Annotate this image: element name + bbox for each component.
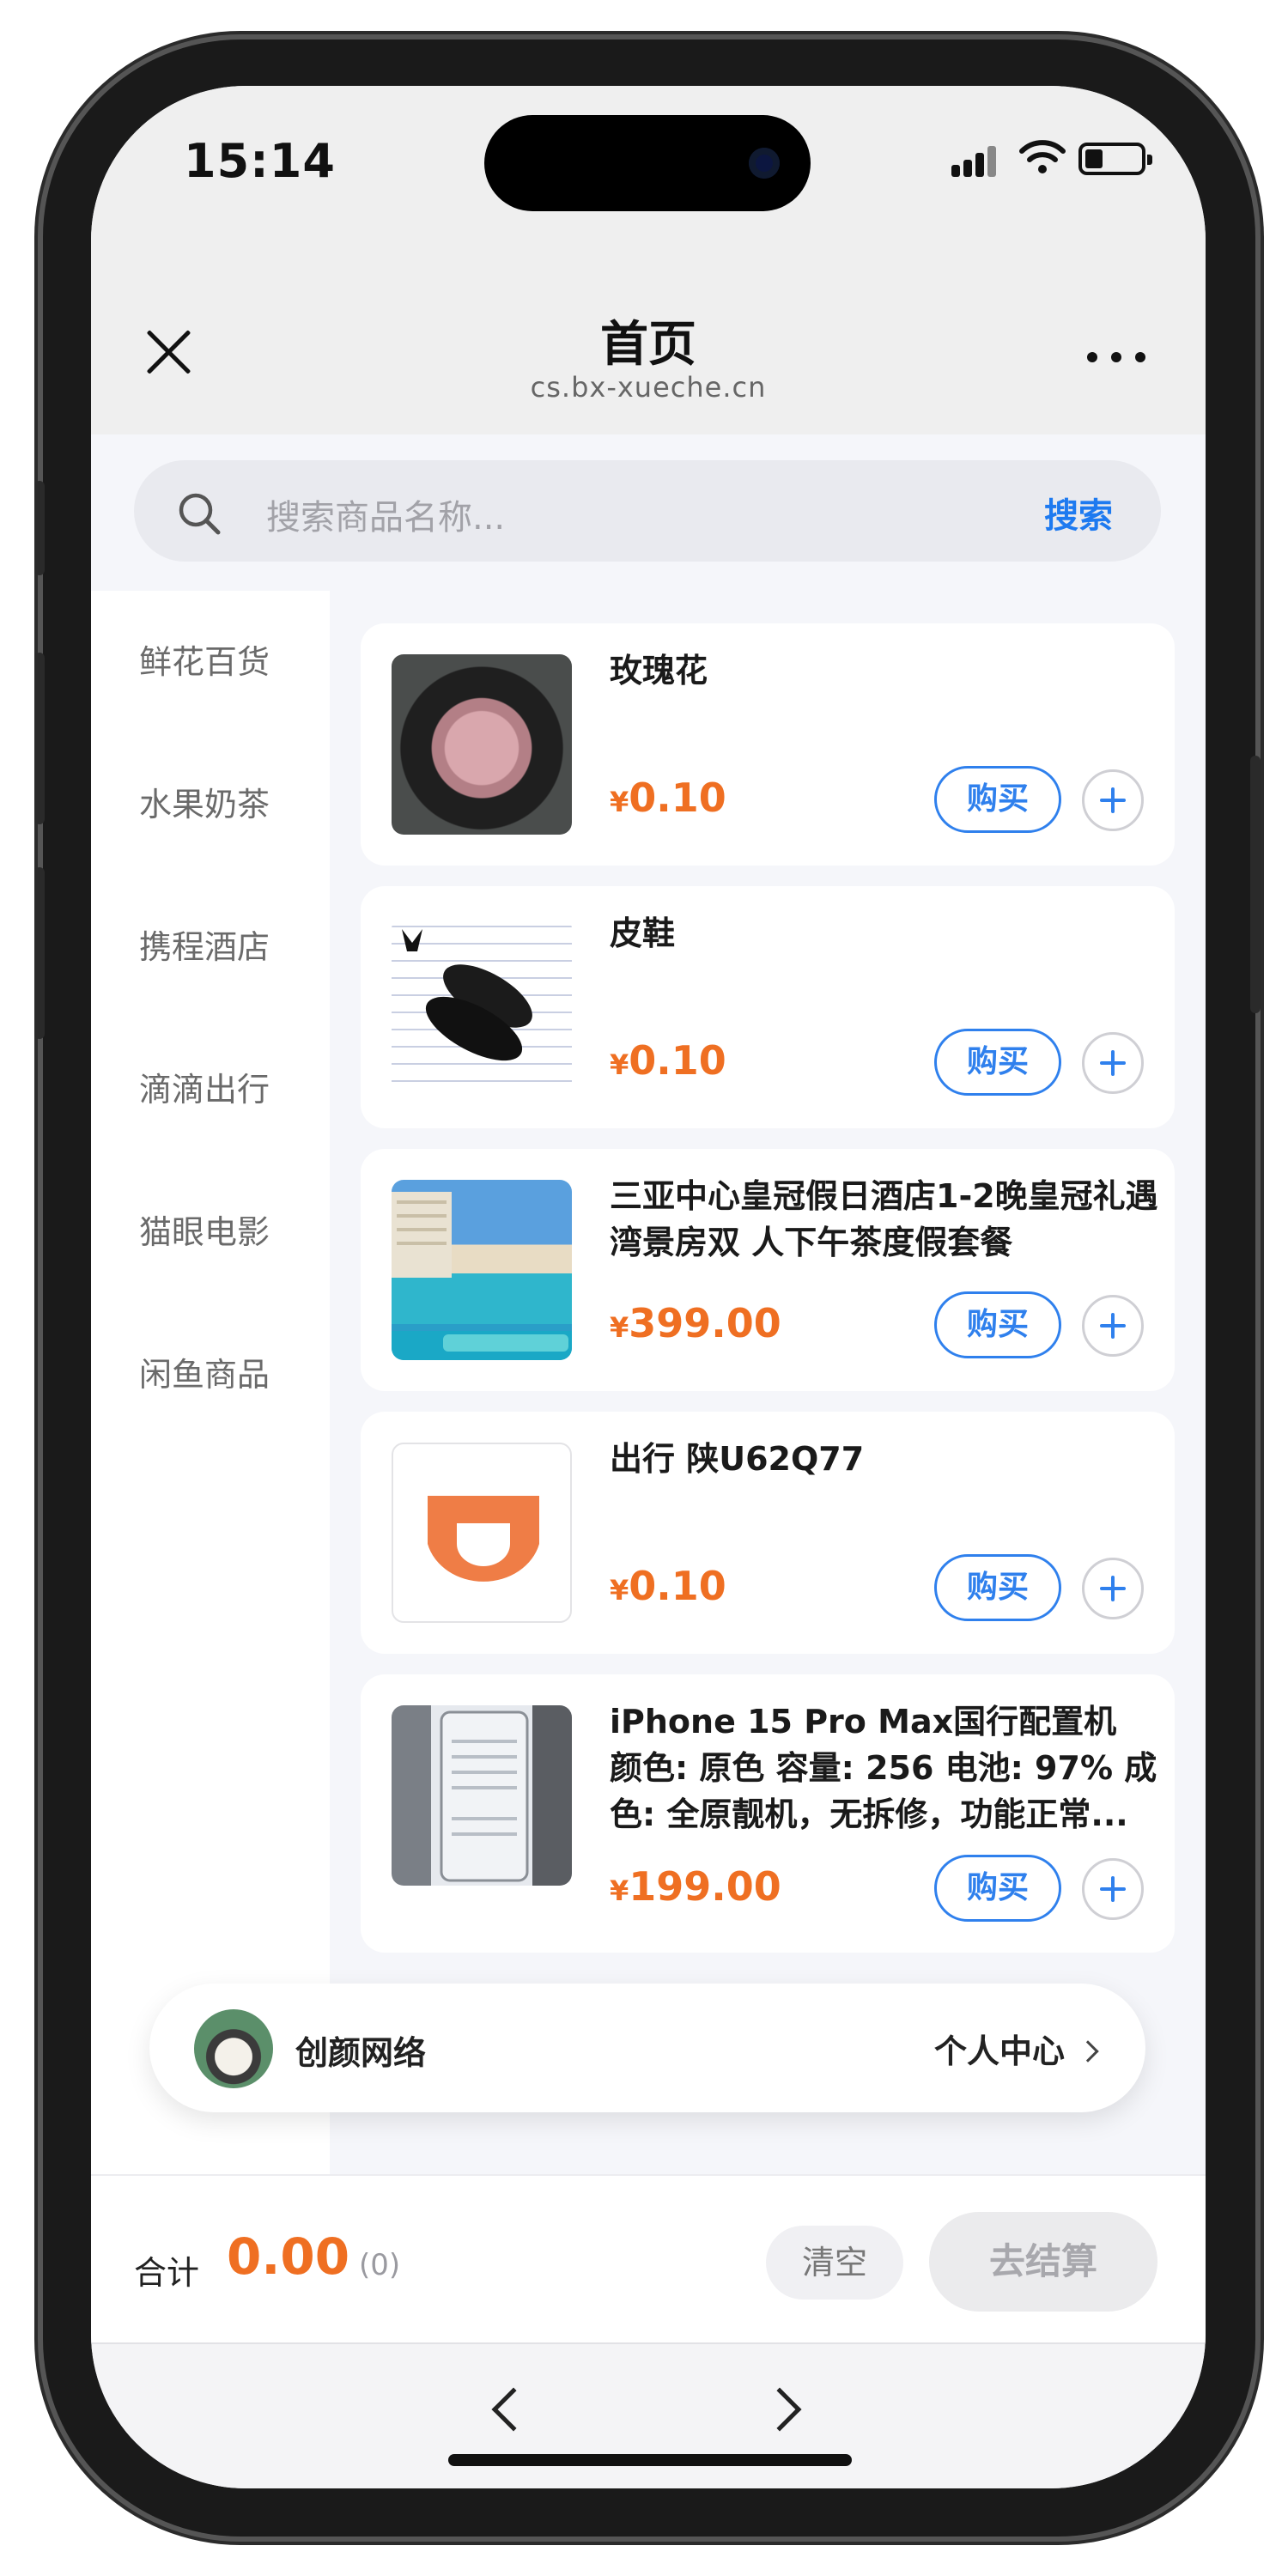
page-title: 首页: [600, 317, 696, 373]
shoe-icon: [402, 929, 532, 1061]
product-card[interactable]: iPhone 15 Pro Max国行配置机 颜色: 原色 容量: 256 电池…: [361, 1674, 1175, 1953]
currency-symbol: ¥: [610, 1874, 629, 1907]
phone-side-button: [34, 867, 45, 1039]
add-to-cart-icon[interactable]: [1082, 769, 1144, 831]
home-indicator[interactable]: [448, 2454, 852, 2466]
profile-link[interactable]: 个人中心: [933, 2025, 1099, 2072]
user-name: 创颜网络: [295, 2034, 427, 2072]
add-to-cart-icon[interactable]: [1082, 1558, 1144, 1619]
product-price: ¥0.10: [610, 1037, 726, 1084]
product-card[interactable]: 皮鞋 ¥0.10 购买: [361, 886, 1175, 1128]
profile-link-label: 个人中心: [933, 2032, 1065, 2070]
product-price: ¥199.00: [610, 1863, 781, 1910]
product-card[interactable]: 玫瑰花 ¥0.10 购买: [361, 623, 1175, 866]
page-header: 首页 cs.bx-xueche.cn: [91, 240, 1206, 434]
product-name: 皮鞋: [610, 914, 676, 952]
status-bar: 15:14: [91, 86, 1206, 240]
avatar: [194, 2009, 273, 2088]
currency-symbol: ¥: [610, 1311, 629, 1344]
cellular-signal-icon: [951, 143, 1006, 177]
product-card[interactable]: 出行 陕U62Q77 ¥0.10 购买: [361, 1412, 1175, 1654]
page-url: cs.bx-xueche.cn: [530, 371, 767, 404]
checkout-button[interactable]: 去结算: [929, 2212, 1157, 2312]
chevron-right-icon: [1077, 2040, 1099, 2063]
browser-nav-bar: [91, 2342, 1206, 2488]
price-value: 0.10: [629, 1563, 726, 1609]
cart-count: (0): [359, 2248, 401, 2282]
dynamic-island: [484, 115, 811, 211]
forward-icon[interactable]: [757, 2387, 802, 2432]
buy-button[interactable]: 购买: [934, 1291, 1061, 1358]
buy-button[interactable]: 购买: [934, 766, 1061, 833]
product-price: ¥0.10: [610, 775, 726, 821]
back-icon[interactable]: [491, 2387, 536, 2432]
product-card[interactable]: 三亚中心皇冠假日酒店1-2晚皇冠礼遇湾景房双 人下午茶度假套餐 ¥399.00 …: [361, 1149, 1175, 1391]
category-sidebar: 鲜花百货 水果奶茶 携程酒店 滴滴出行 猫眼电影 闲鱼商品: [91, 591, 330, 2174]
product-name: 出行 陕U62Q77: [610, 1440, 865, 1478]
buy-button[interactable]: 购买: [934, 1554, 1061, 1621]
product-image[interactable]: [392, 1180, 572, 1360]
user-profile-bar[interactable]: 创颜网络 个人中心: [149, 1984, 1145, 2112]
total-value: 0.00: [227, 2227, 350, 2286]
sidebar-item-xianyu[interactable]: 闲鱼商品: [91, 1303, 330, 1446]
sidebar-item-ctrip-hotel[interactable]: 携程酒店: [91, 876, 330, 1018]
add-to-cart-icon[interactable]: [1082, 1295, 1144, 1357]
search-input[interactable]: 搜索商品名称... 搜索: [134, 460, 1161, 562]
buy-button[interactable]: 购买: [934, 1855, 1061, 1922]
camera-icon: [749, 148, 780, 179]
search-placeholder: 搜索商品名称...: [266, 498, 506, 538]
price-value: 399.00: [629, 1300, 781, 1346]
currency-symbol: ¥: [610, 1048, 629, 1081]
search-section: 搜索商品名称... 搜索: [91, 434, 1206, 591]
sidebar-item-maoyan[interactable]: 猫眼电影: [91, 1161, 330, 1303]
product-name: 三亚中心皇冠假日酒店1-2晚皇冠礼遇湾景房双 人下午茶度假套餐: [610, 1177, 1158, 1261]
phone-photo-icon: [440, 1710, 529, 1882]
more-options-icon[interactable]: [1087, 352, 1147, 366]
cart-bar: 合计 0.00 (0) 清空 去结算: [91, 2174, 1206, 2342]
product-image[interactable]: [392, 654, 572, 835]
phone-side-button: [1250, 756, 1261, 1013]
hotel-icon: [392, 1192, 572, 1360]
product-list: 玫瑰花 ¥0.10 购买 皮鞋 ¥0.10 购买 三亚中心皇冠假日酒店1-2晚皇…: [330, 591, 1206, 2174]
product-price: ¥0.10: [610, 1563, 726, 1609]
buy-button[interactable]: 购买: [934, 1029, 1061, 1096]
price-value: 0.10: [629, 775, 726, 821]
add-to-cart-icon[interactable]: [1082, 1858, 1144, 1920]
add-to-cart-icon[interactable]: [1082, 1032, 1144, 1094]
wifi-icon: [1019, 140, 1066, 173]
price-value: 199.00: [629, 1863, 781, 1910]
currency-symbol: ¥: [610, 1574, 629, 1607]
sidebar-item-flowers[interactable]: 鲜花百货: [91, 591, 330, 733]
search-button[interactable]: 搜索: [1044, 488, 1113, 538]
phone-side-button: [34, 481, 45, 575]
phone-screen: 15:14 首页 cs.bx-xueche.cn 搜索商品名称... 搜索 鲜花…: [91, 86, 1206, 2488]
search-icon: [179, 493, 221, 535]
didi-logo-icon: [428, 1496, 539, 1582]
product-price: ¥399.00: [610, 1300, 781, 1346]
total-label: 合计: [134, 2254, 200, 2292]
clear-cart-button[interactable]: 清空: [766, 2226, 903, 2300]
product-image[interactable]: [392, 1443, 572, 1623]
product-name: 玫瑰花: [610, 652, 708, 690]
product-image[interactable]: [392, 1705, 572, 1886]
status-time: 15:14: [184, 134, 336, 188]
product-name: iPhone 15 Pro Max国行配置机 颜色: 原色 容量: 256 电池…: [610, 1703, 1157, 1833]
currency-symbol: ¥: [610, 786, 629, 818]
phone-side-button: [34, 653, 45, 824]
sidebar-item-didi[interactable]: 滴滴出行: [91, 1018, 330, 1161]
battery-icon: [1078, 143, 1152, 175]
product-image[interactable]: [392, 917, 572, 1097]
sidebar-item-fruit-tea[interactable]: 水果奶茶: [91, 733, 330, 876]
price-value: 0.10: [629, 1037, 726, 1084]
